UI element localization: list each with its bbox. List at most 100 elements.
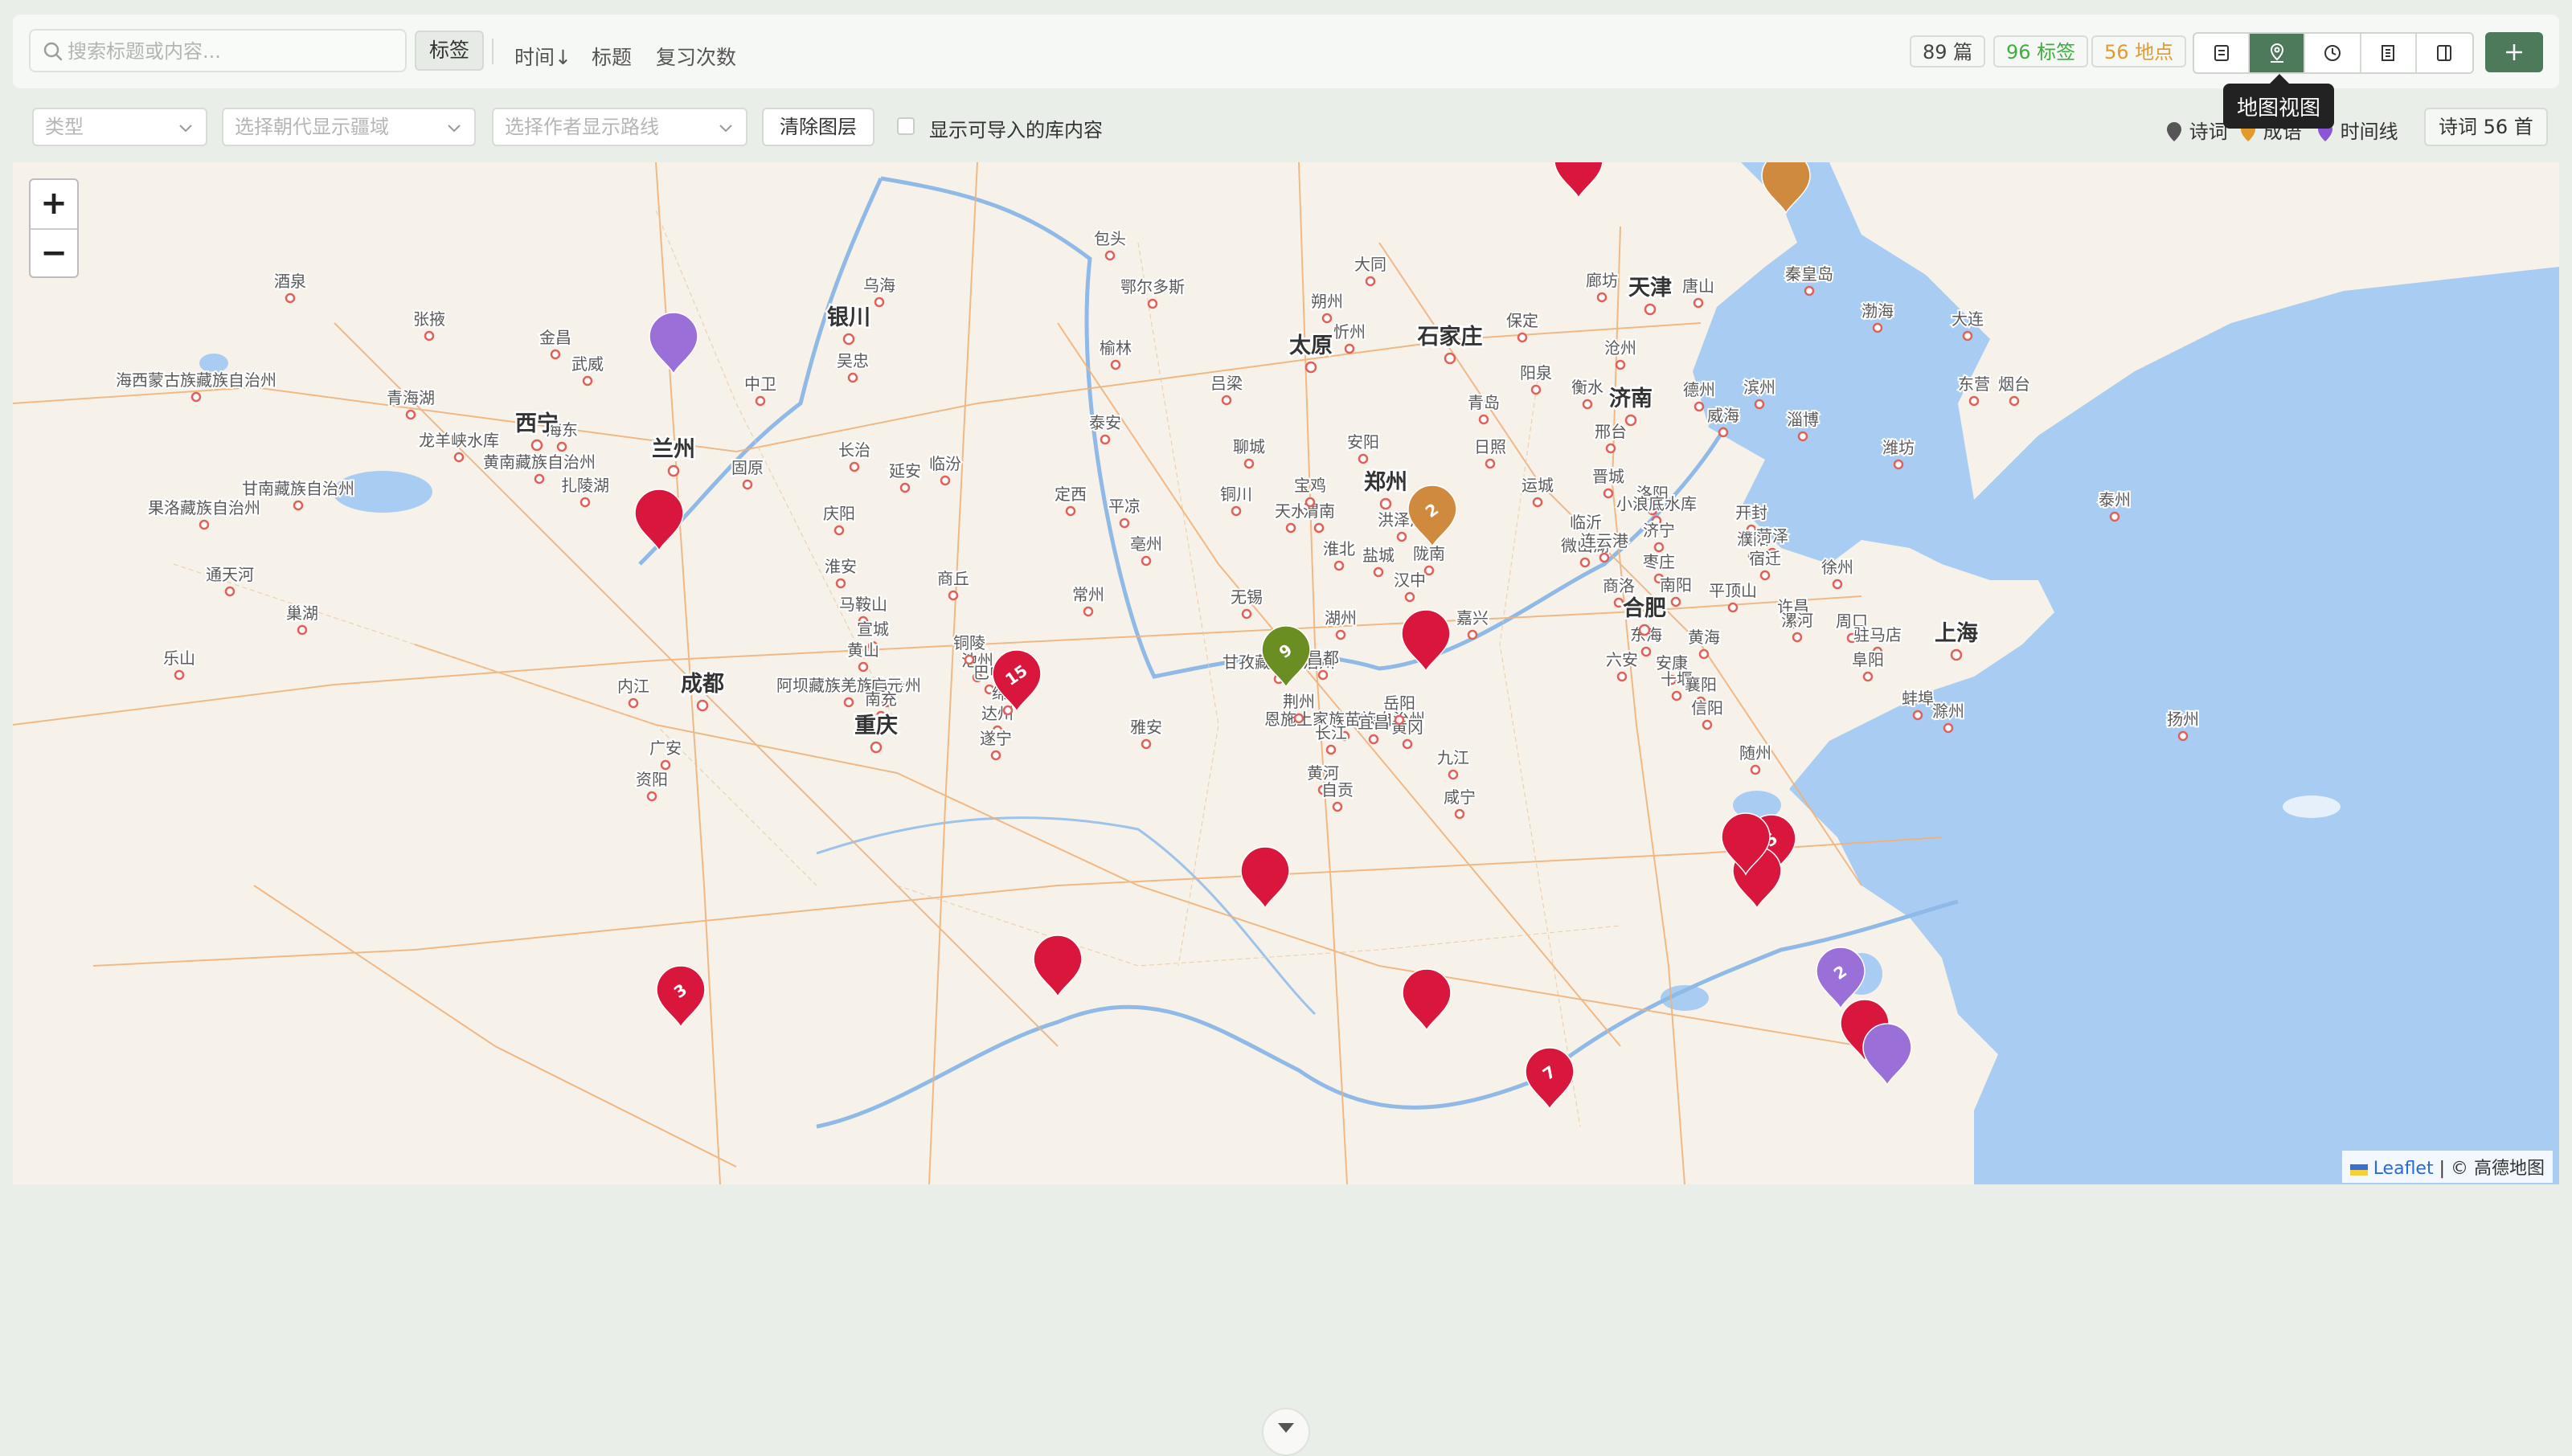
author-select-placeholder: 选择作者显示路线 xyxy=(505,116,659,138)
map-marker-orange[interactable]: 2 xyxy=(1407,485,1457,548)
map-marker-red[interactable] xyxy=(1402,968,1452,1032)
reader-view-button[interactable] xyxy=(2361,34,2417,72)
sort-by-reviews[interactable]: 复习次数 xyxy=(656,42,736,71)
city-dot xyxy=(1582,399,1593,410)
place-label: 酒泉 xyxy=(274,272,306,291)
marker-pin[interactable] xyxy=(1240,846,1290,910)
legend-poem-label: 诗词 xyxy=(2189,121,2228,143)
city-dot xyxy=(1141,738,1152,750)
place-label: 泰安 xyxy=(1089,413,1121,432)
city-dot xyxy=(1241,608,1252,620)
marker-pin[interactable] xyxy=(1033,935,1083,998)
list-view-button[interactable] xyxy=(2194,34,2250,72)
place-label: 盐城 xyxy=(1362,546,1395,565)
map-attribution: Leaflet | © 高德地图 xyxy=(2341,1151,2553,1183)
city-dot xyxy=(1638,624,1651,636)
map-marker-red[interactable] xyxy=(634,489,684,552)
place-label: 廊坊 xyxy=(1586,271,1618,290)
add-button[interactable] xyxy=(2485,32,2543,72)
city-dot xyxy=(1444,352,1456,365)
city-dot xyxy=(940,475,951,486)
city-dot xyxy=(1950,648,1963,661)
place-label: 商洛 xyxy=(1603,576,1635,595)
map-marker-red[interactable] xyxy=(1554,162,1603,199)
map-marker-red[interactable]: 7 xyxy=(1525,1047,1575,1110)
map-marker-green[interactable]: 9 xyxy=(1261,625,1311,689)
sort-by-time[interactable]: 时间↓ xyxy=(514,42,571,71)
map-marker-red[interactable] xyxy=(1240,846,1290,910)
major-city-label: 西宁 xyxy=(515,411,559,436)
city-dot xyxy=(1702,719,1713,730)
major-city-label: 石家庄 xyxy=(1417,324,1483,350)
city-dot xyxy=(1616,671,1628,682)
map-marker-purple[interactable] xyxy=(649,312,698,375)
city-dot xyxy=(297,624,308,636)
map-marker-purple[interactable]: 2 xyxy=(1816,947,1866,1010)
search-input[interactable] xyxy=(66,37,391,66)
leaflet-link[interactable]: Leaflet xyxy=(2373,1159,2434,1179)
clear-layers-button[interactable]: 清除图层 xyxy=(762,108,874,146)
marker-pin[interactable] xyxy=(1862,1023,1912,1086)
place-label: 临汾 xyxy=(929,454,961,473)
plus-icon xyxy=(2506,44,2522,60)
marker-pin[interactable] xyxy=(1554,162,1603,199)
dynasty-select[interactable]: 选择朝代显示疆域 xyxy=(222,108,476,146)
tag-filter-button[interactable]: 标签 xyxy=(415,31,485,71)
major-city-label: 上海 xyxy=(1935,621,1978,646)
sort-by-title[interactable]: 标题 xyxy=(592,42,632,71)
map-marker-red[interactable] xyxy=(1033,935,1083,998)
place-label: 阜阳 xyxy=(1852,650,1884,669)
map-canvas[interactable]: 包头大同廊坊 唐山 秦皇岛 酒泉张掖金昌武威 乌海 鄂尔多斯朔州忻州 保定沧州 大连 渤海海西蒙… xyxy=(13,162,2559,1184)
show-importable-checkbox[interactable] xyxy=(897,117,915,135)
city-dot xyxy=(1671,690,1682,701)
chevron-down-icon xyxy=(719,125,732,133)
zoom-out-button[interactable]: − xyxy=(31,230,77,278)
city-dot xyxy=(948,590,959,601)
city-dot xyxy=(1313,522,1325,534)
city-dot xyxy=(833,525,845,536)
article-count-badge: 89 篇 xyxy=(1910,35,1986,67)
place-label: 菏泽 xyxy=(1756,526,1788,546)
map-view-button[interactable] xyxy=(2250,34,2306,72)
city-dot xyxy=(1083,606,1094,617)
city-dot xyxy=(1478,414,1489,425)
place-label: 甘南藏族自治州 xyxy=(242,479,354,498)
city-dot xyxy=(534,473,545,485)
map-view[interactable]: 包头 大同 廊坊 唐山 秦皇岛 酒泉 张掖 金昌 武威 乌海 鄂尔多斯 朔州 忻州 保定 沧州 大连 渤海 海西蒙… xyxy=(13,162,2559,1184)
city-dot xyxy=(1485,458,1496,469)
place-label: 小浪底水库 xyxy=(1616,494,1697,513)
city-dot xyxy=(174,669,185,681)
place-label: 东营 xyxy=(1958,374,1990,394)
author-route-select[interactable]: 选择作者显示路线 xyxy=(492,108,747,146)
place-label: 嘉兴 xyxy=(1456,608,1489,628)
panel-view-button[interactable] xyxy=(2417,34,2472,72)
zoom-in-button[interactable]: + xyxy=(31,180,77,230)
map-marker-purple[interactable] xyxy=(1862,1023,1912,1086)
map-marker-red[interactable]: 3 xyxy=(656,965,706,1029)
chevron-down-icon xyxy=(1278,1423,1294,1433)
place-label: 沧州 xyxy=(1604,338,1636,358)
marker-pin[interactable] xyxy=(1402,968,1452,1032)
type-select[interactable]: 类型 xyxy=(32,108,207,146)
city-dot xyxy=(1624,414,1637,427)
place-label: 昌都 xyxy=(1307,648,1339,668)
place-label: 济宁 xyxy=(1643,521,1675,540)
search-box[interactable] xyxy=(29,29,407,72)
collapse-toggle[interactable] xyxy=(1262,1408,1310,1456)
list-icon xyxy=(2214,45,2229,61)
city-dot xyxy=(628,697,639,709)
place-label: 延安 xyxy=(889,461,921,481)
city-dot xyxy=(1321,313,1333,324)
timeline-view-button[interactable] xyxy=(2305,34,2361,72)
marker-pin[interactable] xyxy=(649,312,698,375)
city-dot xyxy=(1110,359,1121,370)
city-dot xyxy=(1640,646,1652,657)
place-label: 内江 xyxy=(617,677,649,696)
city-dot xyxy=(1517,332,1528,343)
divider xyxy=(492,39,494,64)
place-label: 遂宁 xyxy=(980,729,1012,748)
place-label: 榆林 xyxy=(1100,338,1132,358)
city-dot xyxy=(530,439,543,452)
city-dot xyxy=(405,409,416,420)
marker-pin[interactable] xyxy=(634,489,684,552)
